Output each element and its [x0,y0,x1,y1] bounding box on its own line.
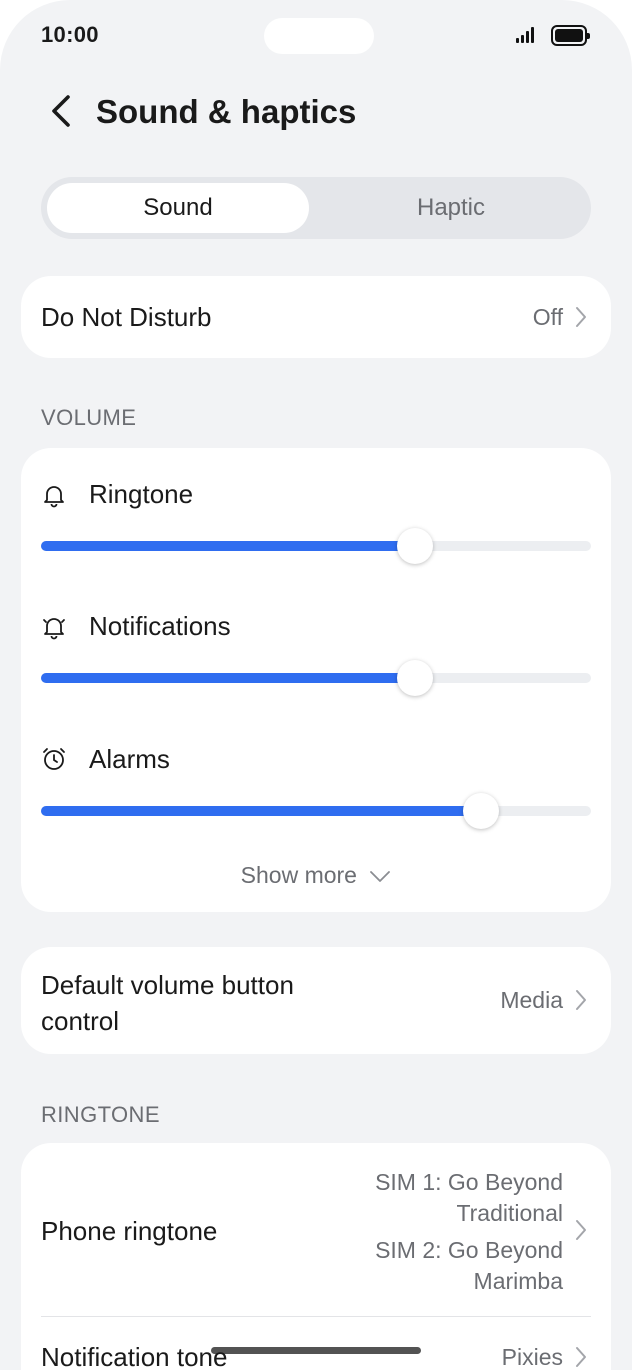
chevron-right-icon [576,1220,586,1240]
tab-haptic[interactable]: Haptic [320,183,582,233]
ringtone-volume-slider[interactable] [41,528,591,564]
chevron-right-icon [576,307,586,327]
notification-tone-label: Notification tone [41,1342,228,1370]
alarm-clock-icon [43,748,65,770]
volume-card: Ringtone Notifications Alarms Show more [21,448,611,912]
alarms-volume-slider[interactable] [41,793,591,829]
notification-tone-value: Pixies [501,1344,563,1370]
ringtone-card: Phone ringtone SIM 1: Go Beyond Traditio… [21,1143,611,1370]
show-more-label: Show more [240,862,357,888]
notifications-volume-slider[interactable] [41,660,591,696]
status-time: 10:00 [41,22,99,47]
slider-thumb[interactable] [463,793,499,829]
phone-ringtone-value: SIM 1: Go Beyond Traditional SIM 2: Go B… [375,1169,563,1294]
notification-tone-row[interactable]: Notification tone Pixies [21,1317,611,1370]
ringtone-label: Ringtone [89,479,194,509]
bell-icon [44,486,64,508]
battery-icon [551,25,590,46]
notifications-label: Notifications [89,611,231,641]
show-more-button[interactable]: Show more [21,862,611,889]
camera-pill [264,18,374,54]
notification-bell-icon [43,618,65,640]
phone-ringtone-label: Phone ringtone [41,1216,218,1246]
default-volume-button-row[interactable]: Default volume button control Media [21,947,611,1054]
back-button[interactable] [38,88,84,134]
home-indicator[interactable] [211,1347,421,1354]
ringtone-section-label: RINGTONE [41,1102,160,1127]
dnd-value: Off [532,304,563,330]
chevron-left-icon [52,95,70,127]
volume-button-value: Media [500,987,563,1013]
phone-ringtone-row[interactable]: Phone ringtone SIM 1: Go Beyond Traditio… [21,1143,611,1315]
volume-button-label: Default volume button control [41,970,294,1036]
dnd-label: Do Not Disturb [41,302,212,332]
chevron-right-icon [576,1347,586,1367]
phone-screen: 10:00 Sound & haptics Sound Haptic Do No… [0,0,632,1370]
chevron-down-icon [370,871,391,882]
chevron-right-icon [576,990,586,1010]
tab-sound[interactable]: Sound [47,183,309,233]
slider-thumb[interactable] [397,528,433,564]
tab-bar: Sound Haptic [41,177,591,239]
slider-thumb[interactable] [397,660,433,696]
signal-icon [516,27,534,43]
alarms-label: Alarms [89,744,170,774]
volume-section-label: VOLUME [41,405,137,430]
page-title: Sound & haptics [96,93,357,130]
do-not-disturb-row[interactable]: Do Not Disturb Off [21,276,611,358]
